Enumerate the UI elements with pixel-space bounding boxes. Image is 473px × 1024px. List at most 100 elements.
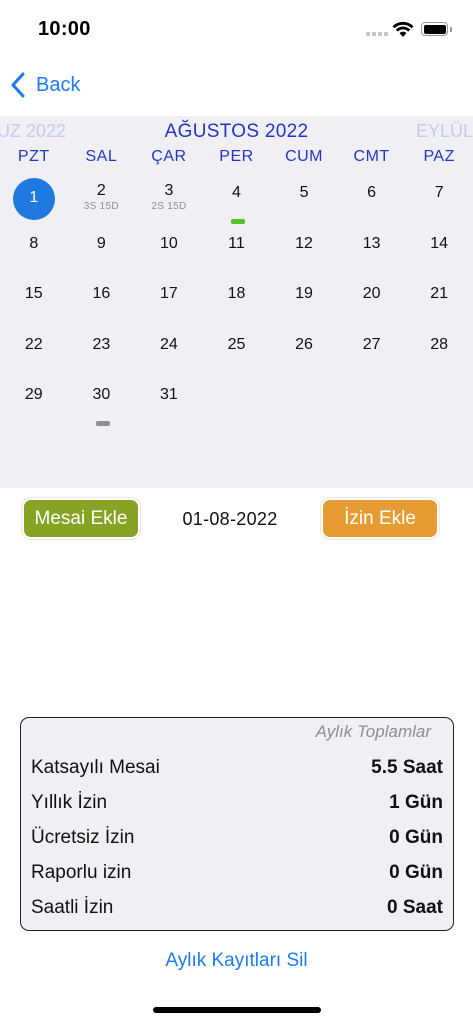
day-number: 16 xyxy=(92,285,111,302)
calendar-week-row: 1 2 3S 15D 3 2S 15D 4 5 6 7 xyxy=(0,174,473,225)
calendar-day[interactable]: 11 xyxy=(203,225,271,276)
totals-label: Ücretsiz İzin xyxy=(31,827,135,848)
day-number: 31 xyxy=(160,386,178,403)
day-number: 22 xyxy=(24,335,43,353)
calendar-day[interactable]: 19 xyxy=(270,275,338,326)
monthly-totals-title: Aylık Toplamlar xyxy=(315,722,431,741)
calendar-day[interactable]: 18 xyxy=(203,275,271,326)
calendar-day[interactable]: 10 xyxy=(135,225,203,276)
back-label: Back xyxy=(36,73,81,96)
weekday-header: PZT SAL ÇAR PER CUM CMT PAZ xyxy=(0,148,473,166)
day-number: 23 xyxy=(92,335,111,353)
day-number: 9 xyxy=(96,234,106,252)
calendar-day[interactable]: 31 xyxy=(135,376,203,427)
totals-value: 0 Saat xyxy=(387,897,443,918)
totals-value: 0 Gün xyxy=(389,862,443,883)
day-number: 17 xyxy=(160,285,178,302)
monthly-totals-panel: Aylık Toplamlar Katsayılı Mesai 5.5 Saat… xyxy=(20,717,454,931)
month-header[interactable]: UZ 2022 AĞUSTOS 2022 EYLÜL xyxy=(0,116,473,144)
weekday-label: CMT xyxy=(353,148,390,165)
calendar-day[interactable]: 21 xyxy=(405,275,473,326)
day-number: 30 xyxy=(92,386,111,403)
calendar-day[interactable]: 16 xyxy=(68,275,136,326)
calendar-day[interactable]: 29 xyxy=(0,376,68,427)
calendar-day[interactable]: 2 3S 15D xyxy=(68,174,136,225)
day-number: 2 xyxy=(96,182,106,199)
calendar-day[interactable]: 25 xyxy=(203,326,271,377)
day-number: 29 xyxy=(24,386,43,403)
weekday-label: ÇAR xyxy=(151,148,187,165)
calendar-day[interactable]: 7 xyxy=(405,174,473,225)
battery-icon xyxy=(421,22,448,36)
calendar-day[interactable]: 14 xyxy=(405,225,473,276)
calendar[interactable]: UZ 2022 AĞUSTOS 2022 EYLÜL PZT SAL ÇAR P… xyxy=(0,116,473,488)
cellular-signal-icon xyxy=(366,32,388,36)
day-number: 28 xyxy=(430,335,449,353)
day-number: 4 xyxy=(232,184,241,201)
battery-tip xyxy=(450,27,452,32)
calendar-week-row: 8 9 10 11 12 13 14 xyxy=(0,225,473,276)
day-number: 24 xyxy=(160,335,178,353)
calendar-day[interactable]: 6 xyxy=(338,174,406,225)
calendar-days-grid: 1 2 3S 15D 3 2S 15D 4 5 6 7 8 9 10 11 12 13 14 15 16 17 18 1… xyxy=(0,174,473,427)
add-overtime-button[interactable]: Mesai Ekle xyxy=(22,498,140,539)
totals-row-unpaid-leave: Ücretsiz İzin 0 Gün xyxy=(31,823,443,853)
calendar-day[interactable]: 9 xyxy=(68,225,136,276)
calendar-day[interactable]: 20 xyxy=(338,275,406,326)
calendar-day[interactable]: 13 xyxy=(338,225,406,276)
status-time: 10:00 xyxy=(38,18,91,40)
totals-label: Yıllık İzin xyxy=(31,792,108,813)
day-number: 6 xyxy=(367,184,377,201)
calendar-day[interactable]: 24 xyxy=(135,326,203,377)
day-number: 25 xyxy=(227,335,246,353)
totals-row-hourly-leave: Saatli İzin 0 Saat xyxy=(31,893,443,923)
chevron-left-icon xyxy=(11,72,25,98)
day-number: 19 xyxy=(295,285,313,302)
calendar-day[interactable]: 8 xyxy=(0,225,68,276)
add-leave-button[interactable]: İzin Ekle xyxy=(321,498,439,539)
delete-monthly-records-button[interactable]: Aylık Kayıtları Sil xyxy=(0,950,473,972)
back-button[interactable]: Back xyxy=(10,70,80,100)
calendar-day[interactable]: 27 xyxy=(338,326,406,377)
totals-row-overtime: Katsayılı Mesai 5.5 Saat xyxy=(31,753,443,783)
weekday-label: SAL xyxy=(85,148,118,165)
weekday-label: PAZ xyxy=(423,148,455,165)
day-number: 12 xyxy=(295,234,313,252)
calendar-day[interactable]: 22 xyxy=(0,326,68,377)
day-number: 5 xyxy=(299,184,309,201)
weekday-label: PER xyxy=(219,148,254,165)
current-month-title: AĞUSTOS 2022 xyxy=(164,121,309,142)
day-number: 26 xyxy=(295,335,313,353)
home-indicator[interactable] xyxy=(153,1007,321,1013)
calendar-day-selected[interactable]: 1 xyxy=(0,174,68,225)
calendar-day[interactable]: 12 xyxy=(270,225,338,276)
day-entry-summary: 2S 15D xyxy=(151,201,187,212)
selected-date: 01-08-2022 xyxy=(182,509,278,529)
calendar-day[interactable]: 23 xyxy=(68,326,136,377)
weekday-label: PZT xyxy=(17,148,50,165)
calendar-day[interactable]: 17 xyxy=(135,275,203,326)
day-number: 14 xyxy=(430,234,449,252)
day-number: 20 xyxy=(362,285,381,302)
calendar-day[interactable]: 3 2S 15D xyxy=(135,174,203,225)
totals-value: 0 Gün xyxy=(389,827,443,848)
day-number: 11 xyxy=(228,234,245,252)
calendar-day[interactable]: 4 xyxy=(203,174,271,225)
status-bar: 10:00 xyxy=(0,0,473,60)
navigation-bar: Back xyxy=(0,60,473,116)
day-number: 7 xyxy=(434,184,444,201)
calendar-day[interactable]: 30 xyxy=(68,376,136,427)
day-number: 10 xyxy=(160,234,178,252)
calendar-day[interactable]: 5 xyxy=(270,174,338,225)
calendar-week-row: 15 16 17 18 19 20 21 xyxy=(0,275,473,326)
calendar-day[interactable]: 26 xyxy=(270,326,338,377)
calendar-day[interactable]: 15 xyxy=(0,275,68,326)
day-marker-gray xyxy=(95,421,110,426)
weekday-label: CUM xyxy=(285,148,323,165)
day-number: 1 xyxy=(29,189,39,206)
totals-label: Katsayılı Mesai xyxy=(31,757,160,778)
calendar-day[interactable]: 28 xyxy=(405,326,473,377)
calendar-week-row: 29 30 31 xyxy=(0,376,473,427)
totals-row-annual-leave: Yıllık İzin 1 Gün xyxy=(31,788,443,818)
next-month-label[interactable]: EYLÜL xyxy=(416,121,473,142)
